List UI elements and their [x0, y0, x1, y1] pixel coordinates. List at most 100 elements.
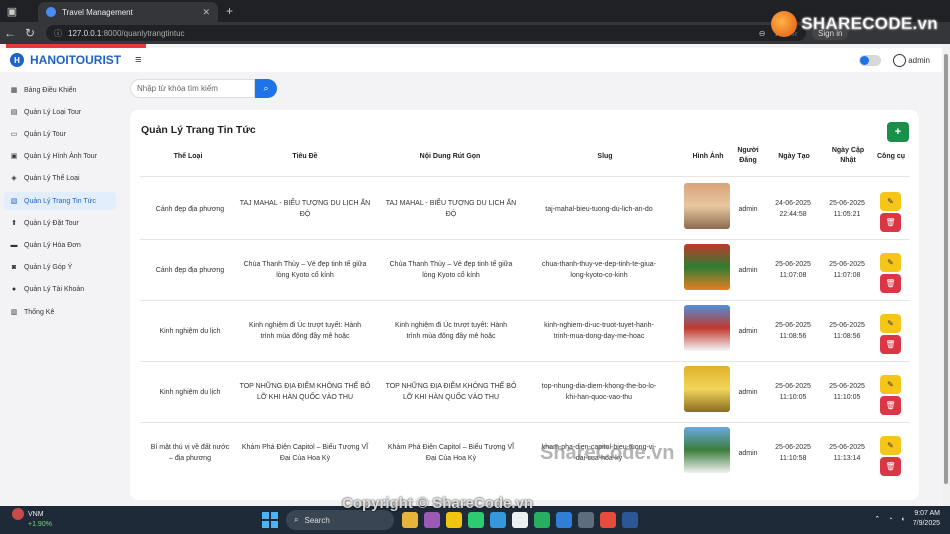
cell-category: Bí mật thú vị về đất nước – địa phương — [140, 442, 240, 464]
browser-tab[interactable]: Travel Management ✕ — [38, 2, 218, 22]
edit-button[interactable]: ✎ — [880, 253, 901, 272]
add-news-button[interactable]: + — [887, 122, 909, 142]
search-input[interactable]: Nhập từ khóa tìm kiếm — [130, 79, 255, 98]
reload-icon[interactable]: ↻ — [20, 26, 40, 40]
row-divider — [140, 422, 910, 423]
cell-updated-line1: 25-06-2025 — [829, 444, 865, 451]
menu-toggle-icon[interactable]: ≡ — [135, 54, 141, 66]
cell-created-line1: 25-06-2025 — [775, 322, 811, 329]
folder-icon[interactable] — [446, 512, 462, 528]
sidebar-item-9[interactable]: ● Quản Lý Tài Khoản — [4, 280, 116, 298]
cell-title-line1: Kinh nghiệm đi Úc trượt tuyết: Hành — [249, 322, 361, 329]
window-menu-icon[interactable]: ▣ — [4, 3, 20, 19]
delete-button[interactable]: 🗑 — [880, 335, 901, 354]
cell-created-line2: 11:10:05 — [779, 394, 807, 401]
zoom-icon[interactable]: ⊖ — [759, 29, 766, 38]
file-explorer-icon[interactable] — [402, 512, 418, 528]
start-icon[interactable] — [262, 512, 278, 528]
sharecode-logo-icon — [771, 11, 798, 37]
delete-button[interactable]: 🗑 — [880, 457, 901, 476]
zalo-icon[interactable] — [512, 512, 528, 528]
sidebar-item-10[interactable]: ▥ Thống Kê — [4, 303, 116, 321]
edit-button[interactable]: ✎ — [880, 314, 901, 333]
user-name: admin — [908, 55, 930, 65]
watermark: ShareCode.vn — [540, 442, 675, 464]
cell-summary: TOP NHỮNG ĐỊA ĐIỂM KHÔNG THỂ BỎ LỠ KHI HÀ… — [376, 381, 526, 403]
row-divider — [140, 361, 910, 362]
delete-button[interactable]: 🗑 — [880, 213, 901, 232]
search-button[interactable]: ⌕ — [255, 79, 277, 98]
cell-created-line1: 25-06-2025 — [775, 444, 811, 451]
news-thumbnail — [684, 244, 730, 290]
mail-icon[interactable] — [490, 512, 506, 528]
cell-category: Kinh nghiệm du lịch — [140, 387, 240, 398]
cell-poster-line1: admin — [738, 328, 758, 335]
scrollbar-thumb[interactable] — [944, 54, 948, 484]
stock-widget[interactable]: VNM +1.90% — [12, 508, 52, 530]
tab-favicon-icon — [46, 7, 56, 17]
vscode-icon[interactable] — [556, 512, 572, 528]
app-logo[interactable]: H HANOITOURIST — [10, 53, 121, 67]
store-icon[interactable] — [468, 512, 484, 528]
news-thumbnail — [684, 305, 730, 351]
sidebar-item-7[interactable]: ▬ Quản Lý Hóa Đơn — [4, 236, 116, 254]
theme-toggle[interactable] — [859, 54, 882, 66]
cell-created: 25-06-2025 11:10:58 — [768, 442, 818, 464]
new-tab-icon[interactable]: + — [226, 4, 233, 18]
sidebar-item-1[interactable]: ▤ Quản Lý Loại Tour — [4, 103, 116, 121]
page-scrollbar[interactable] — [942, 44, 950, 506]
cell-title-line2: ĐỘ — [299, 211, 311, 218]
stock-icon — [12, 508, 24, 520]
edit-button[interactable]: ✎ — [880, 436, 901, 455]
brand-name-a: SHARE — [801, 14, 863, 33]
sidebar-item-3[interactable]: ▣ Quản Lý Hình Ảnh Tour — [4, 147, 116, 165]
edge-icon[interactable] — [534, 512, 550, 528]
sidebar-item-6[interactable]: ⬆ Quản Lý Đặt Tour — [4, 214, 116, 232]
trash-icon: 🗑 — [885, 401, 896, 410]
tray-chevron-icon[interactable]: ⌃ — [874, 515, 880, 523]
sidebar-item-label: Quản Lý Góp Ý — [24, 263, 73, 271]
cell-poster: admin — [730, 204, 766, 215]
copilot-icon[interactable] — [424, 512, 440, 528]
delete-button[interactable]: 🗑 — [880, 396, 901, 415]
cell-category-line2: – địa phương — [169, 455, 211, 462]
search-icon: ⌕ — [263, 83, 269, 93]
sidebar-item-0[interactable]: ▦ Bảng Điều Khiển — [4, 81, 116, 99]
cell-slug: top-nhung-dia-diem-khong-the-bo-lo-khi-h… — [524, 381, 674, 403]
trash-icon: 🗑 — [885, 462, 896, 471]
wifi-icon[interactable]: ◔ — [888, 516, 892, 523]
edit-icon: ✎ — [887, 380, 894, 389]
cell-updated-line2: 11:05:21 — [833, 211, 861, 218]
cell-category-line1: Bí mật thú vị về đất nước — [150, 444, 230, 451]
edit-button[interactable]: ✎ — [880, 375, 901, 394]
cell-slug-line1: chua-thanh-thuy-ve-dep-tinh-te-giua- — [541, 261, 656, 268]
site-info-icon[interactable]: ⓘ — [54, 28, 62, 39]
cell-created-line2: 11:10:58 — [779, 455, 807, 462]
terminal-icon[interactable] — [578, 512, 594, 528]
back-icon[interactable]: ← — [0, 26, 20, 40]
taskbar-search[interactable]: ⌕ Search — [286, 510, 394, 530]
app-logo-text: HANOITOURIST — [30, 53, 122, 67]
cell-slug-line2: khi-han-quoc-vao-thu — [565, 394, 633, 401]
url-field[interactable]: ⓘ 127.0.0.1 :8000/quanlytrangtintuc ⊖ A … — [46, 25, 806, 41]
sidebar: ▦ Bảng Điều Khiển ▤ Quản Lý Loại Tour ▭ Quản … — [0, 72, 118, 506]
word-icon[interactable] — [622, 512, 638, 528]
app-logo-icon: H — [10, 53, 24, 67]
url-path: :8000/quanlytrangtintuc — [101, 28, 185, 38]
chrome-icon[interactable] — [600, 512, 616, 528]
sidebar-item-2[interactable]: ▭ Quản Lý Tour — [4, 125, 116, 143]
clock-time: 9:07 AM — [914, 510, 940, 517]
edit-button[interactable]: ✎ — [880, 192, 901, 211]
sidebar-item-4[interactable]: ◈ Quản Lý Thể Loại — [4, 169, 116, 187]
taskbar-clock[interactable]: 9:07 AM 7/9/2025 — [913, 509, 940, 529]
delete-button[interactable]: 🗑 — [880, 274, 901, 293]
cell-category-line1: Kinh nghiệm du lịch — [159, 389, 221, 396]
feedback-icon: ◙ — [11, 263, 17, 271]
close-tab-icon[interactable]: ✕ — [202, 7, 210, 18]
sidebar-item-5[interactable]: ▧ Quản Lý Trang Tin Tức — [4, 192, 116, 210]
sidebar-item-8[interactable]: ◙ Quản Lý Góp Ý — [4, 258, 116, 276]
volume-icon[interactable]: ◖ — [901, 516, 905, 523]
user-menu[interactable]: admin — [893, 53, 930, 67]
user-icon: ● — [11, 285, 17, 293]
sidebar-item-label: Quản Lý Hình Ảnh Tour — [24, 152, 98, 160]
